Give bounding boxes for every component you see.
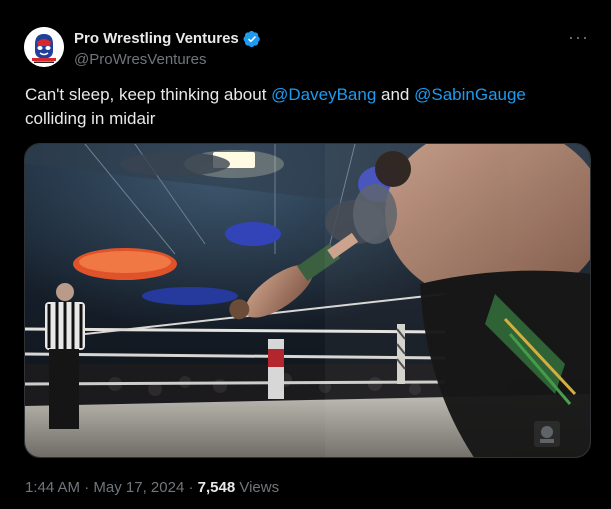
tweet-text-part: colliding in midair: [25, 109, 156, 128]
views-count: 7,548: [197, 479, 236, 496]
meta-separator: ·: [80, 479, 94, 496]
tweet-video[interactable]: [24, 143, 591, 458]
verified-badge-icon[interactable]: [243, 30, 261, 48]
tweet-time[interactable]: 1:44 AM: [25, 479, 80, 496]
tweet-card: Pro Wrestling Ventures @ProWresVentures …: [0, 0, 611, 509]
views-label: Views: [235, 479, 280, 496]
watermark-logo-icon: [534, 421, 560, 447]
author-handle[interactable]: @ProWresVentures: [74, 50, 261, 69]
tweet-meta: 1:44 AM · May 17, 2024 · 7,548 Views: [25, 478, 279, 498]
tweet-date[interactable]: May 17, 2024: [93, 479, 184, 496]
author-info: Pro Wrestling Ventures @ProWresVentures: [74, 29, 261, 69]
video-frame-image: [25, 144, 590, 457]
mention-link-sabingauge[interactable]: @SabinGauge: [414, 85, 526, 104]
meta-separator: ·: [184, 479, 198, 496]
tweet-text: Can't sleep, keep thinking about @DaveyB…: [25, 83, 585, 131]
tweet-text-part: and: [376, 85, 415, 104]
tweet-text-part: Can't sleep, keep thinking about: [25, 85, 272, 104]
pwv-logo-icon: [24, 27, 64, 67]
more-options-icon[interactable]: ···: [568, 27, 589, 48]
mention-link-daveybang[interactable]: @DaveyBang: [271, 85, 376, 104]
author-display-name[interactable]: Pro Wrestling Ventures: [74, 29, 239, 48]
author-avatar[interactable]: [24, 27, 64, 67]
